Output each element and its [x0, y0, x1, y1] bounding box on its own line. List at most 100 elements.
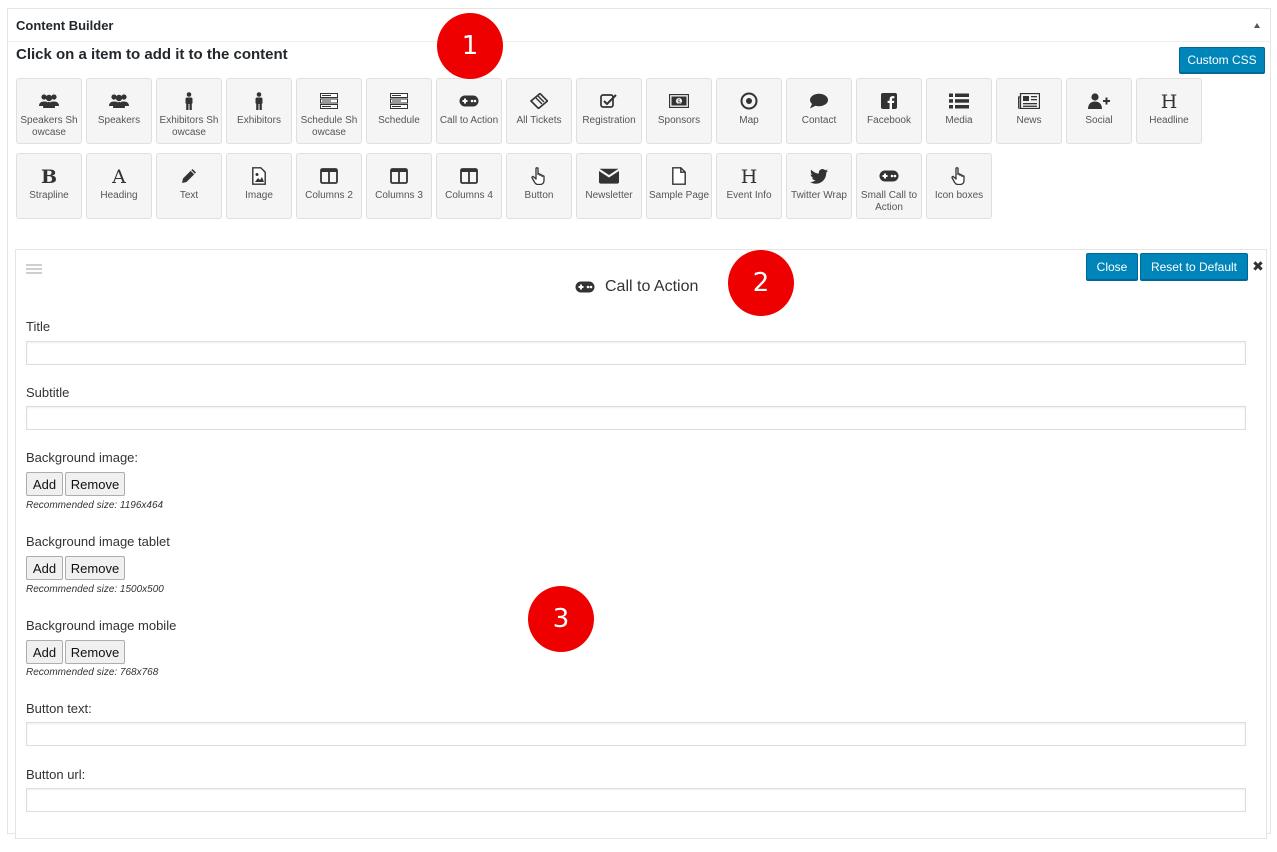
editor-title-text: Call to Action [605, 278, 699, 295]
envelope-icon [599, 167, 619, 185]
background-image-mobile-label: Background image mobile [26, 618, 177, 633]
tile-exhibitors-showcase[interactable]: Exhibitors Showcase [156, 78, 222, 144]
custom-css-button[interactable]: Custom CSS [1179, 47, 1265, 73]
close-x-icon[interactable]: ✖ [1252, 258, 1264, 274]
tile-label: Text [179, 190, 199, 201]
drag-handle-icon[interactable] [26, 264, 42, 274]
pencil-icon [181, 167, 197, 185]
svg-text:A: A [111, 167, 126, 185]
tile-label: Facebook [867, 115, 911, 126]
background-image-label: Background image: [26, 450, 139, 465]
tile-label: Event Info [726, 190, 772, 201]
font-icon: A [110, 167, 128, 185]
tile-label: Image [245, 190, 273, 201]
tile-label: Media [945, 115, 973, 126]
tile-icon-boxes[interactable]: Icon boxes [926, 153, 992, 219]
person-icon [183, 92, 195, 110]
tile-label: Columns 4 [445, 190, 493, 201]
background-image-tablet-label: Background image tablet [26, 534, 170, 549]
title-input[interactable] [26, 341, 1246, 365]
list-icon [949, 92, 969, 110]
button-text-input[interactable] [26, 722, 1246, 746]
tile-speakers-showcase[interactable]: Speakers Showcase [16, 78, 82, 144]
target-icon [740, 92, 758, 110]
background-image-tablet-remove-button[interactable]: Remove [65, 556, 125, 580]
tile-schedule[interactable]: Schedule [366, 78, 432, 144]
tile-label: Registration [582, 115, 636, 126]
panel-title: Content Builder [16, 17, 114, 33]
tile-label: Strapline [29, 190, 69, 201]
tile-news[interactable]: News [996, 78, 1062, 144]
tile-label: Speakers Showcase [20, 115, 78, 138]
tile-label: All Tickets [516, 115, 562, 126]
columns-icon [320, 167, 338, 185]
image-icon [252, 167, 266, 185]
tile-schedule-showcase[interactable]: Schedule Showcase [296, 78, 362, 144]
tile-label: Social [1085, 115, 1113, 126]
close-button[interactable]: Close [1086, 253, 1138, 280]
panel-header[interactable]: Content Builder [8, 9, 1270, 42]
tile-label: Headline [1149, 115, 1189, 126]
file-icon [672, 167, 686, 185]
tile-facebook[interactable]: Facebook [856, 78, 922, 144]
tile-all-tickets[interactable]: All Tickets [506, 78, 572, 144]
background-image-add-button[interactable]: Add [26, 472, 63, 496]
background-image-mobile-hint: Recommended size: 768x768 [26, 667, 159, 678]
tile-label: Twitter Wrap [791, 190, 847, 201]
tile-heading[interactable]: A Heading [86, 153, 152, 219]
subtitle-input[interactable] [26, 406, 1246, 430]
background-image-remove-button[interactable]: Remove [65, 472, 125, 496]
tile-contact[interactable]: Contact [786, 78, 852, 144]
header-icon: H [740, 167, 758, 185]
tile-label: News [1016, 115, 1042, 126]
tile-map[interactable]: Map [716, 78, 782, 144]
tile-button[interactable]: Button [506, 153, 572, 219]
tile-label: Sample Page [648, 190, 710, 201]
tile-exhibitors[interactable]: Exhibitors [226, 78, 292, 144]
tile-label: Icon boxes [934, 190, 984, 201]
annotation-badge-3: 3 [528, 586, 594, 652]
person-icon [253, 92, 265, 110]
tile-call-to-action[interactable]: Call to Action [436, 78, 502, 144]
tile-columns-3[interactable]: Columns 3 [366, 153, 432, 219]
tile-label: Sponsors [657, 115, 701, 126]
tile-label: Button [524, 190, 554, 201]
columns-icon [460, 167, 478, 185]
tile-headline[interactable]: H Headline [1136, 78, 1202, 144]
tile-event-info[interactable]: H Event Info [716, 153, 782, 219]
tile-sponsors[interactable]: $ Sponsors [646, 78, 712, 144]
tile-strapline[interactable]: B Strapline [16, 153, 82, 219]
tile-label: Contact [801, 115, 837, 126]
tile-media[interactable]: Media [926, 78, 992, 144]
tile-columns-4[interactable]: Columns 4 [436, 153, 502, 219]
server-icon [390, 92, 408, 110]
editor-title: Call to Action [575, 278, 698, 296]
tile-newsletter[interactable]: Newsletter [576, 153, 642, 219]
annotation-badge-2: 2 [728, 250, 794, 316]
tile-social[interactable]: Social [1066, 78, 1132, 144]
pointer-icon [531, 167, 547, 185]
users-icon [39, 92, 59, 110]
comment-icon [809, 92, 829, 110]
tile-small-call-to-action[interactable]: Small Call to Action [856, 153, 922, 219]
tile-label: Columns 3 [375, 190, 423, 201]
tile-label: Heading [100, 190, 138, 201]
tile-columns-2[interactable]: Columns 2 [296, 153, 362, 219]
background-image-tablet-add-button[interactable]: Add [26, 556, 63, 580]
columns-icon [390, 167, 408, 185]
tile-text[interactable]: Text [156, 153, 222, 219]
user-plus-icon [1088, 92, 1110, 110]
background-image-mobile-add-button[interactable]: Add [26, 640, 63, 664]
collapse-arrow-icon[interactable] [1254, 22, 1260, 28]
twitter-icon [810, 167, 828, 185]
button-url-input[interactable] [26, 788, 1246, 812]
gamepad-icon [575, 278, 595, 296]
background-image-mobile-remove-button[interactable]: Remove [65, 640, 125, 664]
tile-speakers[interactable]: Speakers [86, 78, 152, 144]
tile-sample-page[interactable]: Sample Page [646, 153, 712, 219]
button-text-label: Button text: [26, 701, 92, 716]
tile-registration[interactable]: Registration [576, 78, 642, 144]
tile-image[interactable]: Image [226, 153, 292, 219]
reset-to-default-button[interactable]: Reset to Default [1140, 253, 1248, 280]
tile-twitter-wrap[interactable]: Twitter Wrap [786, 153, 852, 219]
